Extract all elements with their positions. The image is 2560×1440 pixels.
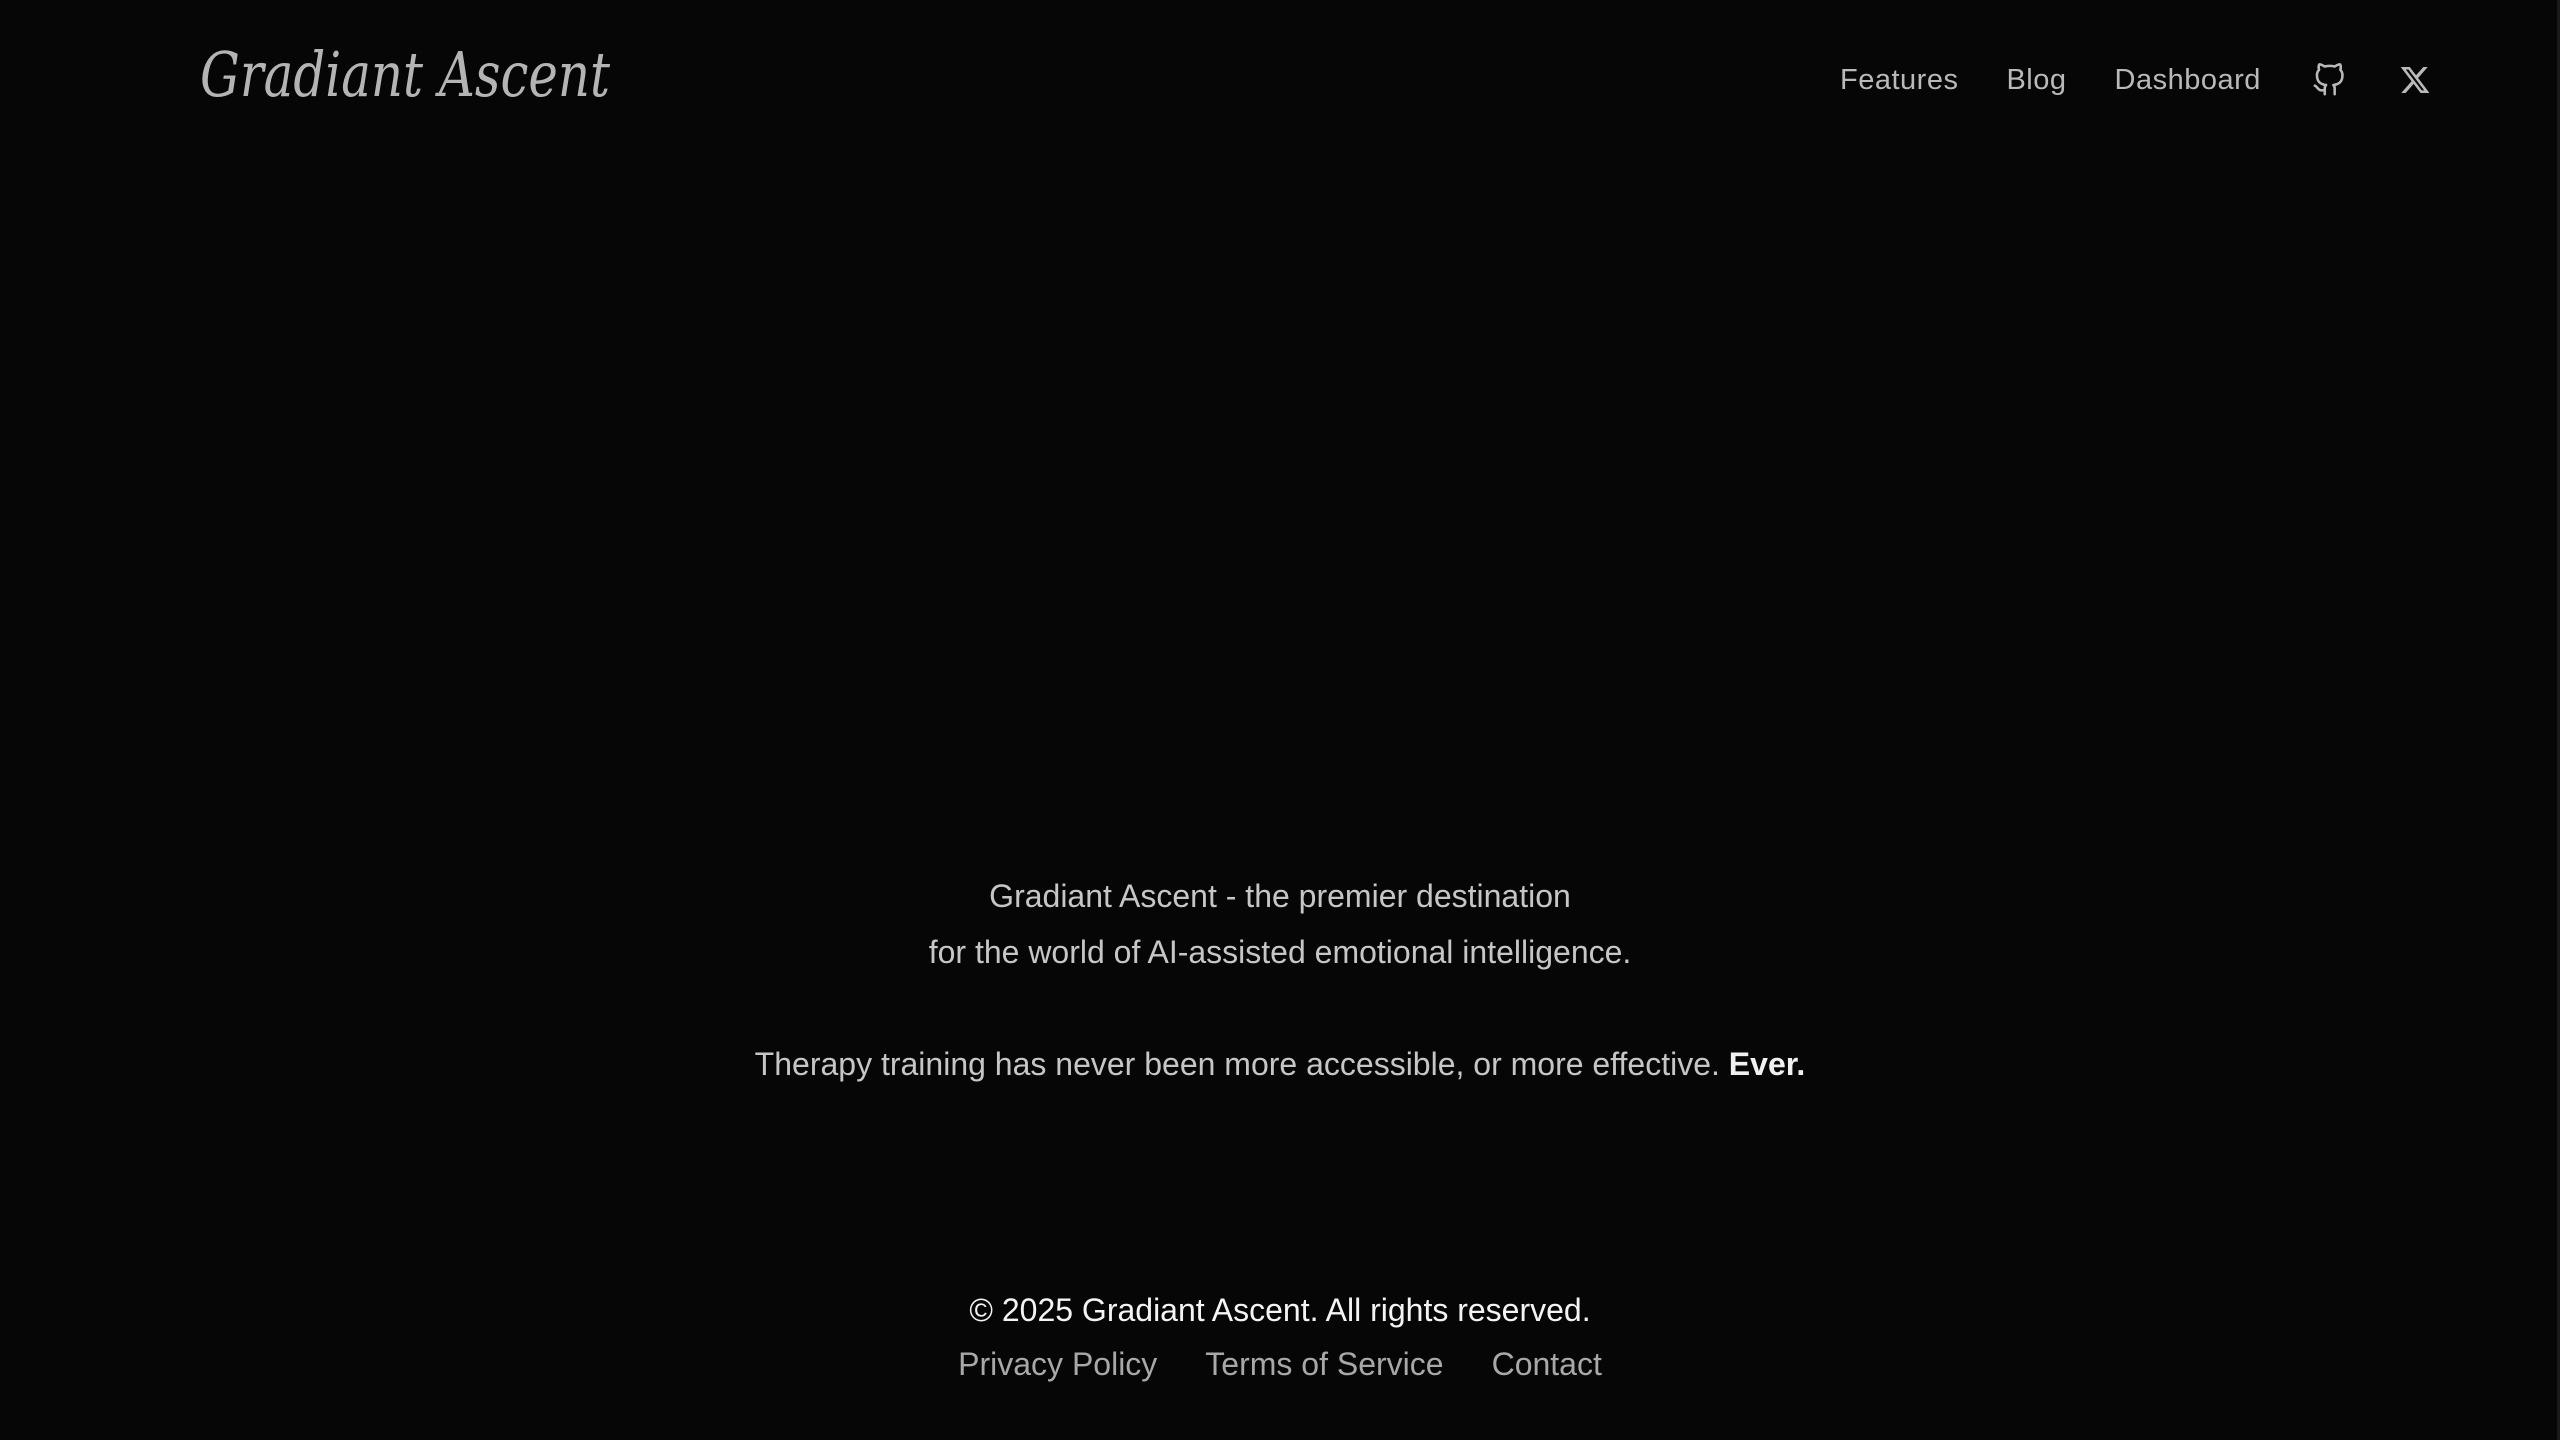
site-footer: © 2025 Gradiant Ascent. All rights reser… [0,1284,2560,1383]
x-icon[interactable] [2393,58,2437,102]
github-icon[interactable] [2307,58,2351,102]
copyright-text: © 2025 Gradiant Ascent. All rights reser… [969,1292,1591,1328]
hero-line-2: for the world of AI-assisted emotional i… [928,934,1632,970]
site-header: Gradiant Ascent Features Blog Dashboard [0,0,2560,160]
footer-link-contact[interactable]: Contact [1492,1346,1602,1383]
nav-link-blog[interactable]: Blog [2006,64,2066,97]
hero-tagline: Therapy training has never been more acc… [0,1036,2560,1092]
footer-link-terms-of-service[interactable]: Terms of Service [1205,1346,1443,1383]
hero-tagline-text: Therapy training has never been more acc… [754,1046,1720,1082]
hero-tagline-emphasis: Ever. [1728,1046,1806,1082]
footer-links: Privacy Policy Terms of Service Contact [0,1346,2560,1383]
brand-logo-text: Gradiant Ascent [200,38,610,111]
hero-line-1: Gradiant Ascent - the premier destinatio… [989,878,1571,914]
main-nav: Features Blog Dashboard [1840,56,2437,104]
hero-section: Gradiant Ascent - the premier destinatio… [0,868,2560,1092]
nav-link-features[interactable]: Features [1840,64,1958,97]
nav-link-dashboard[interactable]: Dashboard [2115,64,2261,97]
footer-link-privacy-policy[interactable]: Privacy Policy [958,1346,1157,1383]
brand-logo[interactable]: Gradiant Ascent [196,28,626,128]
landing-page: Gradiant Ascent Features Blog Dashboard … [0,0,2560,1440]
